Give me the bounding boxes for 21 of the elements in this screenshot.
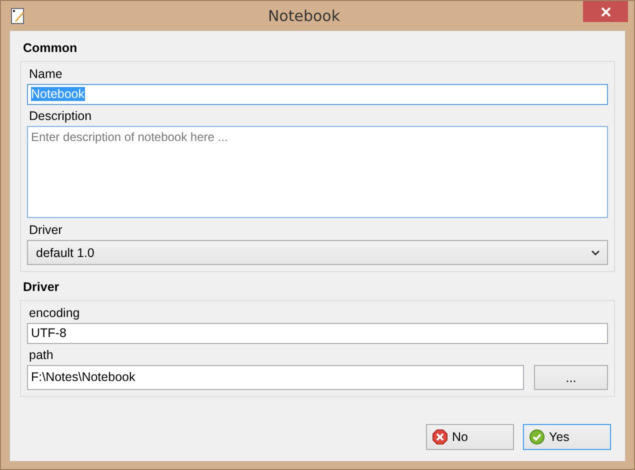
section-heading: Driver <box>22 279 60 296</box>
field-label: Driver <box>28 222 64 239</box>
description-field[interactable]: Enter description of notebook here ... <box>27 126 608 218</box>
dialog-button[interactable]: No <box>426 424 514 450</box>
notepad-icon <box>11 8 25 24</box>
driver-dropdown[interactable]: default 1.0 <box>27 240 608 265</box>
field-label: Name <box>28 66 64 83</box>
cancel-icon <box>432 429 448 445</box>
field-label: Description <box>28 108 93 125</box>
field-label: encoding <box>28 305 81 322</box>
close-button[interactable] <box>583 1 628 22</box>
section-heading: Common <box>22 40 78 57</box>
check-icon <box>529 429 545 445</box>
input-field[interactable]: UTF-8 <box>27 323 608 344</box>
browse-button[interactable]: ... <box>534 365 608 390</box>
input-field[interactable]: F:\Notes\Notebook <box>27 365 524 390</box>
dialog-button[interactable]: Yes <box>523 424 611 450</box>
window-title: Notebook <box>266 6 342 24</box>
close-icon <box>600 6 610 16</box>
chevron-down-icon <box>591 250 600 256</box>
field-label: path <box>28 347 54 364</box>
